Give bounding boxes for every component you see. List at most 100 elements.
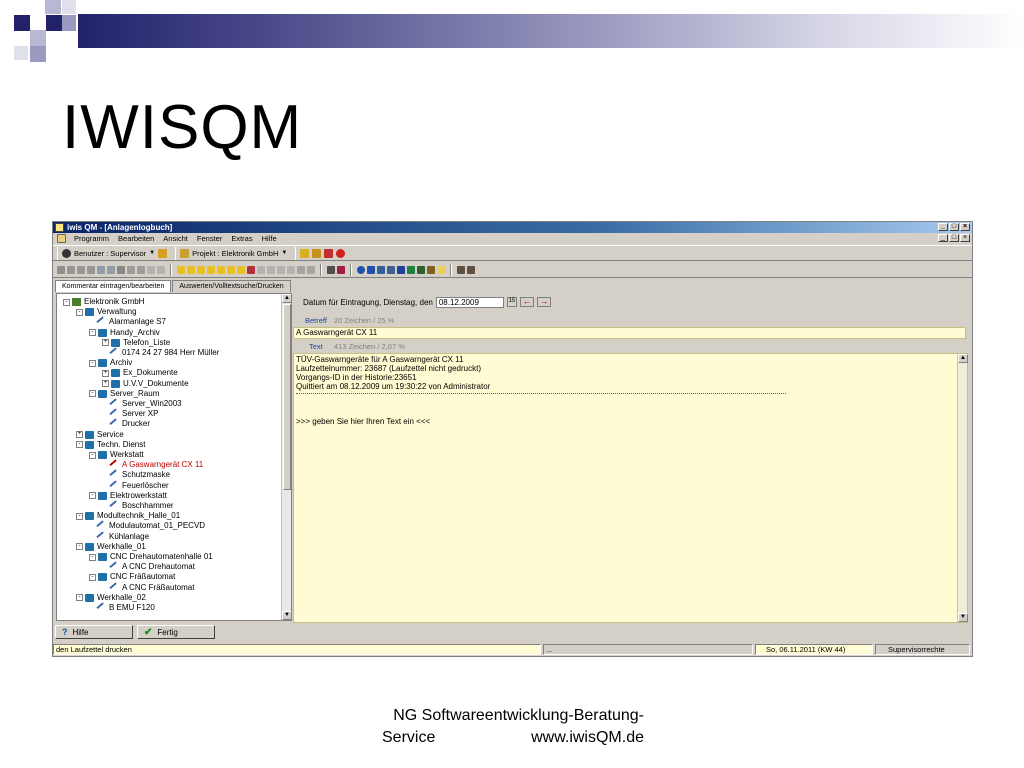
- scroll-up-arrow[interactable]: ▲: [958, 354, 968, 363]
- tree-node[interactable]: - Techn. Dienst: [76, 440, 145, 450]
- expand-icon[interactable]: +: [102, 369, 109, 377]
- tree-node[interactable]: A CNC Drehautomat: [102, 561, 195, 573]
- collapse-icon[interactable]: -: [76, 441, 83, 449]
- footer-url[interactable]: www.iwisQM.de: [531, 727, 644, 749]
- bookmark-icon[interactable]: [247, 265, 255, 274]
- tag-icon[interactable]: [324, 248, 334, 258]
- binoculars-icon[interactable]: [117, 265, 125, 274]
- folder-delete-icon[interactable]: [237, 265, 245, 274]
- tool-edit-icon[interactable]: [107, 265, 115, 274]
- menu-bearbeiten[interactable]: Bearbeiten: [117, 234, 155, 243]
- tree-node[interactable]: Schutzmaske: [102, 469, 170, 482]
- user-edit-icon[interactable]: [427, 265, 435, 274]
- window-titlebar[interactable]: iwis QM - [Anlagenlogbuch] _ □ ×: [53, 222, 972, 233]
- note-icon[interactable]: [437, 265, 445, 274]
- collapse-icon[interactable]: -: [89, 553, 96, 561]
- blank-icon-6[interactable]: [287, 265, 295, 274]
- tool-icon[interactable]: [97, 265, 105, 274]
- tree-node[interactable]: - Werkhalle_02: [76, 593, 146, 603]
- collapse-icon[interactable]: -: [76, 543, 83, 551]
- blank-icon-2[interactable]: [157, 265, 165, 274]
- folder-copy-icon[interactable]: [217, 265, 225, 274]
- tree-scrollbar[interactable]: ▲ ▼: [281, 294, 291, 620]
- tree-node[interactable]: Boschhammer: [102, 500, 174, 512]
- tree-node[interactable]: + Telefon_Liste: [102, 338, 170, 348]
- expand-icon[interactable]: +: [102, 380, 109, 388]
- expand-icon[interactable]: +: [76, 431, 83, 439]
- tree-node[interactable]: Server XP: [102, 408, 158, 420]
- blank-icon-4[interactable]: [267, 265, 275, 274]
- blank-icon-5[interactable]: [277, 265, 285, 274]
- done-button[interactable]: ✔ Fertig: [137, 625, 215, 639]
- help-button[interactable]: ? Hilfe: [55, 625, 133, 639]
- text-editor[interactable]: TÜV-Gaswarngeräte für A Gaswarngerät CX …: [293, 353, 968, 623]
- tree-node[interactable]: - Werkstatt: [89, 450, 144, 460]
- tree-node[interactable]: - Archiv: [89, 358, 132, 368]
- collapse-icon[interactable]: -: [89, 329, 96, 337]
- blank-icon-1[interactable]: [147, 265, 155, 274]
- equipment-tree[interactable]: ▲ ▼ - Elektronik GmbH - Verwaltung Alarmanla…: [56, 293, 292, 621]
- tree-node[interactable]: + Ex_Dokumente: [102, 368, 178, 378]
- folder-edit-icon[interactable]: [207, 265, 215, 274]
- grid-icon[interactable]: [127, 265, 135, 274]
- doc-menu-icon[interactable]: [57, 234, 66, 243]
- collapse-icon[interactable]: -: [63, 298, 70, 306]
- collapse-icon[interactable]: -: [76, 512, 83, 520]
- wrench-icon[interactable]: [387, 265, 395, 274]
- collapse-icon[interactable]: -: [89, 492, 96, 500]
- tree-node[interactable]: + U.V.V_Dokumente: [102, 379, 189, 389]
- pen-icon[interactable]: [377, 265, 385, 274]
- tree-move-icon[interactable]: [77, 265, 85, 274]
- tree-node[interactable]: - Modultechnik_Halle_01: [76, 511, 180, 521]
- tree-view-icon[interactable]: [57, 265, 65, 274]
- tree-add-icon[interactable]: [67, 265, 75, 274]
- shield-icon[interactable]: [307, 265, 315, 274]
- next-date-button[interactable]: →: [536, 297, 551, 307]
- expand-icon[interactable]: +: [102, 339, 109, 347]
- collapse-icon[interactable]: -: [76, 308, 83, 316]
- maximize-button[interactable]: □: [949, 223, 959, 231]
- betreff-field[interactable]: A Gaswarngerät CX 11: [293, 327, 966, 339]
- stop-icon[interactable]: [336, 248, 346, 258]
- tools-icon[interactable]: [327, 265, 335, 274]
- tree-node[interactable]: - Verwaltung: [76, 307, 137, 317]
- book-icon[interactable]: [397, 265, 405, 274]
- archive-icon[interactable]: [467, 265, 475, 274]
- scroll-up-arrow[interactable]: ▲: [282, 294, 291, 303]
- tree-node[interactable]: A Gaswarngerät CX 11: [102, 459, 203, 471]
- monitor-icon[interactable]: [407, 265, 415, 274]
- collapse-icon[interactable]: -: [89, 573, 96, 581]
- folder-move-icon[interactable]: [227, 265, 235, 274]
- building-icon[interactable]: [457, 265, 465, 274]
- mdi-close-button[interactable]: ×: [960, 234, 970, 242]
- tree-node[interactable]: - CNC Fräßautomat: [89, 572, 175, 582]
- tree-node[interactable]: + Service: [76, 430, 124, 440]
- grid-edit-icon[interactable]: [137, 265, 145, 274]
- prev-date-button[interactable]: ←: [519, 297, 534, 307]
- close-button[interactable]: ×: [960, 223, 970, 231]
- folder-icon[interactable]: [177, 265, 185, 274]
- database-icon[interactable]: [337, 265, 345, 274]
- menu-fenster[interactable]: Fenster: [196, 234, 223, 243]
- tree-edit-icon[interactable]: [87, 265, 95, 274]
- tree-node[interactable]: - Handy_Archiv: [89, 328, 160, 338]
- collapse-icon[interactable]: -: [89, 451, 96, 459]
- menu-extras[interactable]: Extras: [230, 234, 253, 243]
- calendar-button[interactable]: 15: [506, 297, 517, 307]
- tree-node[interactable]: A CNC Fräßautomat: [102, 581, 194, 594]
- mdi-minimize-button[interactable]: _: [938, 234, 948, 242]
- collapse-icon[interactable]: -: [76, 594, 83, 602]
- tree-node[interactable]: Alarmanlage S7: [89, 316, 166, 329]
- tree-node[interactable]: 0174 24 27 984 Herr Müller: [102, 347, 219, 359]
- settings-icon[interactable]: [367, 265, 375, 274]
- tree-node[interactable]: Drucker: [102, 418, 150, 431]
- tree-node[interactable]: Kühlanlage: [89, 530, 149, 543]
- tree-node[interactable]: - Elektrowerkstatt: [89, 491, 167, 501]
- lock-icon[interactable]: [312, 248, 322, 258]
- user-selector[interactable]: Benutzer : Supervisor ▼: [57, 246, 171, 260]
- scroll-down-arrow[interactable]: ▼: [958, 613, 968, 622]
- tab-auswerten[interactable]: Auswerten/Volltextsuche/Drucken: [172, 280, 291, 292]
- tree-node[interactable]: - Werkhalle_01: [76, 542, 146, 552]
- tree-node[interactable]: - CNC Drehautomatenhalle 01: [89, 552, 213, 562]
- key-icon[interactable]: [158, 248, 168, 258]
